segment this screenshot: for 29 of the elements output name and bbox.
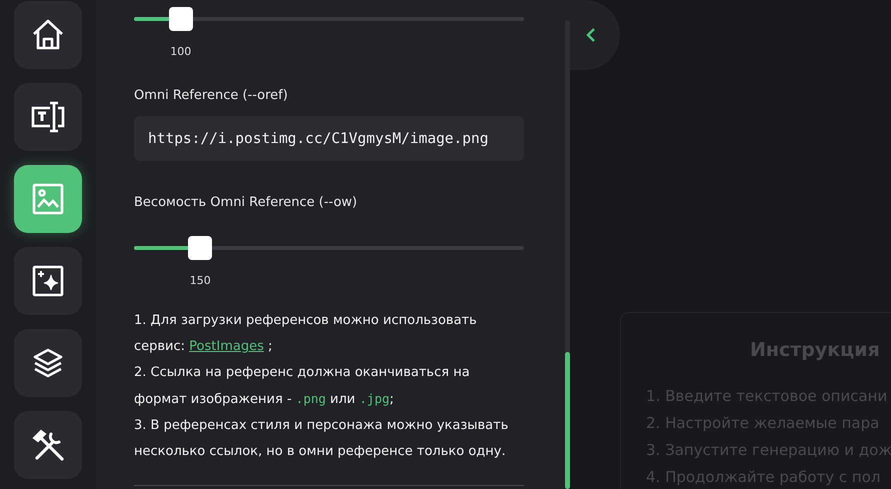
- nav-button[interactable]: [14, 165, 82, 233]
- slider-thumb[interactable]: [188, 236, 212, 260]
- url-input-field[interactable]: https://i.postimg.cc/C1VgmysM/image.png: [134, 116, 524, 161]
- slider[interactable]: [134, 236, 524, 260]
- text-field-icon: [30, 100, 66, 134]
- nav-button[interactable]: [14, 1, 82, 69]
- slider-thumb[interactable]: [168, 7, 193, 31]
- scrollbar-thumb[interactable]: [565, 352, 570, 489]
- nav-button[interactable]: [14, 83, 82, 151]
- nav-button[interactable]: [14, 329, 82, 397]
- field-label: Omni Reference (--oref): [134, 88, 289, 104]
- tools-icon: [31, 428, 65, 462]
- image-icon: [32, 183, 64, 215]
- slider[interactable]: [134, 7, 524, 31]
- layers-icon: [33, 347, 63, 379]
- note-paragraph: 3. В референсах стиля и персонажа можно указывать несколько ссылок, но в омни референсе только одну.: [134, 417, 510, 461]
- home-icon: [31, 18, 65, 52]
- chevron-left-icon: [586, 27, 596, 43]
- slider-label: Весомость Omni Reference (--ow): [134, 195, 358, 211]
- nav-button[interactable]: [14, 411, 82, 479]
- nav-button[interactable]: [14, 247, 82, 315]
- slider-value: 150: [190, 274, 211, 288]
- note-paragraph: 1. Для загрузки референсов можно использовать сервис: PostImages ;: [134, 312, 478, 356]
- file-extension-code: .png: [296, 391, 326, 406]
- slider-value: 100: [170, 45, 192, 59]
- note-paragraph: 2. Ссылка на референс должна оканчиваться на формат изображения - .png или .jpg;: [134, 364, 471, 409]
- sparkle-image-icon: [32, 265, 64, 297]
- postimages-link[interactable]: PostImages: [189, 339, 264, 354]
- file-extension-code: .jpg: [359, 391, 390, 406]
